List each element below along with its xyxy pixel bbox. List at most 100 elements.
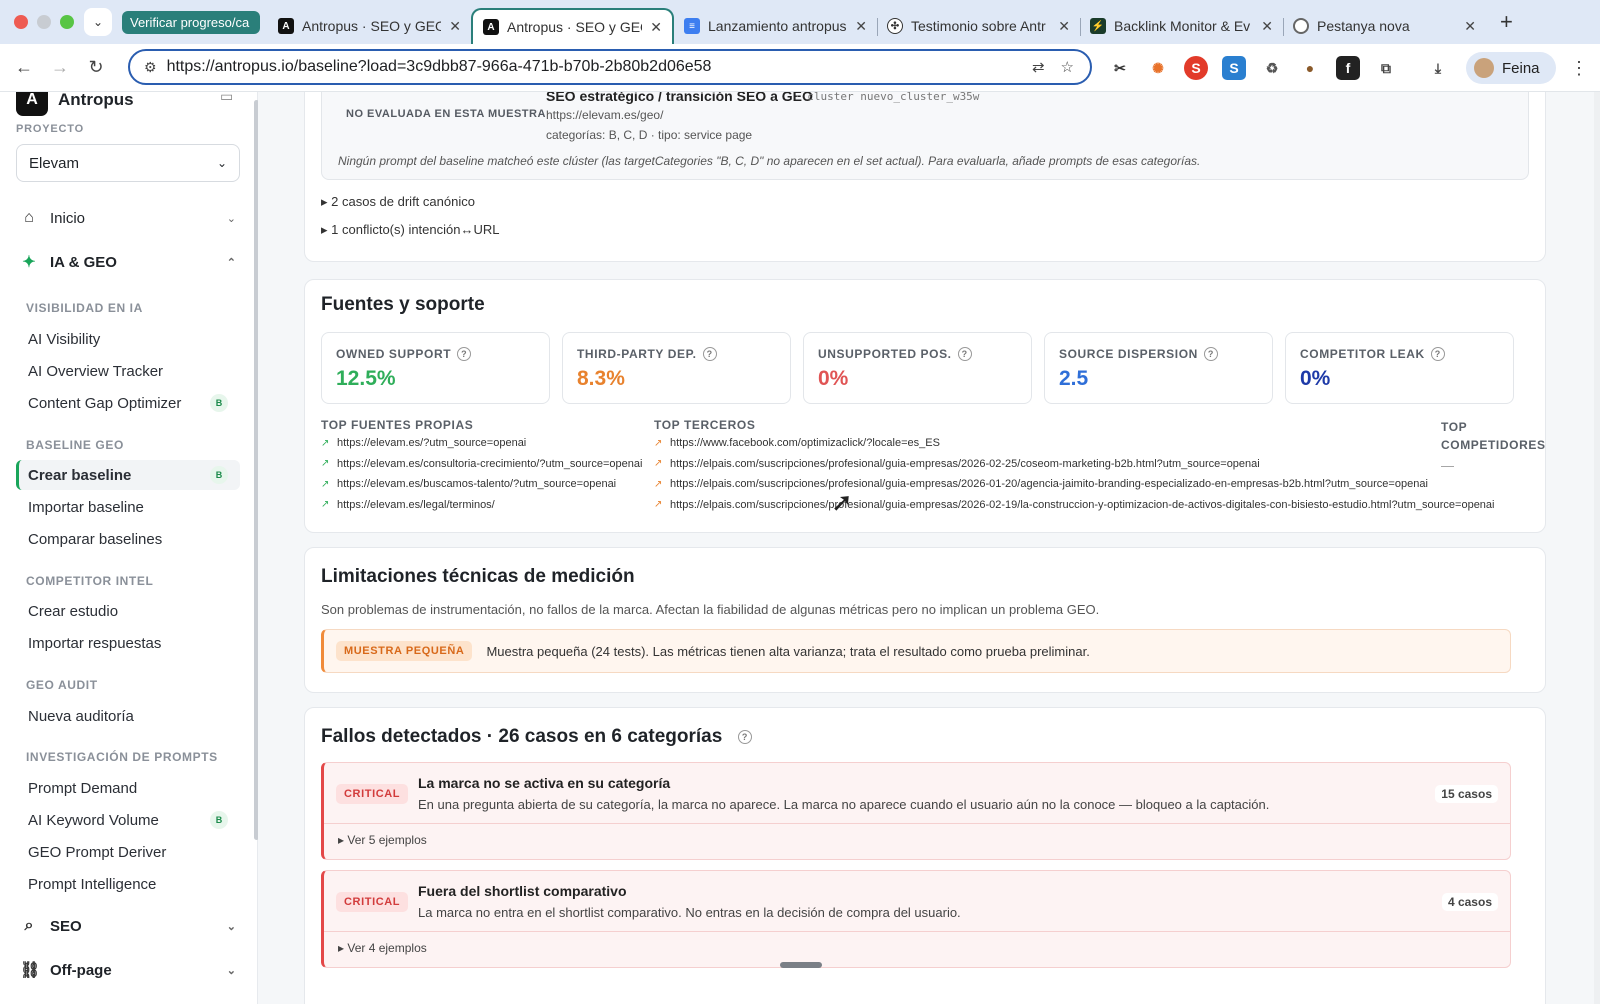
back-icon[interactable]: ←: [6, 57, 42, 78]
reload-icon[interactable]: ↻: [78, 57, 114, 78]
download-icon[interactable]: ⤓: [1426, 56, 1450, 80]
group-competitor: COMPETITOR INTEL: [26, 574, 154, 588]
sidebar-item-label: Importar baseline: [28, 498, 144, 516]
sidebar-item-nueva-auditoria[interactable]: Nueva auditoría: [16, 701, 240, 731]
extension-cookie-icon[interactable]: ●: [1298, 56, 1322, 80]
sidebar-item-importar-baseline[interactable]: Importar baseline: [16, 492, 240, 522]
sidebar-item-offpage[interactable]: ⛓ Off-page ⌄: [20, 960, 236, 980]
sidebar-collapse-icon[interactable]: ▭: [220, 92, 233, 105]
beta-badge: B: [210, 394, 228, 412]
address-bar[interactable]: ⚙ https://antropus.io/baseline?load=3c9d…: [128, 49, 1092, 85]
chevron-up-icon: ⌃: [226, 256, 236, 269]
browser-menu-icon[interactable]: ⋮: [1570, 58, 1588, 79]
sidebar-item-crear-estudio[interactable]: Crear estudio: [16, 596, 240, 626]
list-item[interactable]: ↗ https://elevam.es/?utm_source=openai: [321, 436, 642, 451]
extension-claude-icon[interactable]: ✺: [1146, 56, 1170, 80]
list-item[interactable]: ↗ https://elevam.es/buscamos-talento/?utm…: [321, 477, 642, 492]
help-icon[interactable]: ?: [1203, 347, 1218, 361]
page-scrollbar[interactable]: [1594, 92, 1600, 1004]
browser-toolbar: ← → ↻ ⚙ https://antropus.io/baseline?loa…: [0, 44, 1600, 92]
minimize-window-icon[interactable]: [37, 15, 51, 29]
sidebar-item-crear-baseline[interactable]: Crear baseline B: [16, 460, 240, 490]
close-tab-icon[interactable]: ✕: [1058, 18, 1070, 35]
examples-toggle[interactable]: ▸ Ver 4 ejemplos: [338, 941, 427, 955]
tab-pestanya[interactable]: Pestanya nova ✕: [1283, 9, 1486, 43]
sidebar-item-content-gap[interactable]: Content Gap Optimizer B: [16, 388, 240, 418]
list-item[interactable]: ↗ https://www.facebook.com/optimizaclick/…: [654, 436, 1494, 451]
drift-toggle[interactable]: ▸ 2 casos de drift canónico: [321, 194, 475, 210]
list-item[interactable]: ↗ https://elpais.com/suscripciones/profes…: [654, 457, 1494, 472]
sidebar-item-prompt-demand[interactable]: Prompt Demand: [16, 773, 240, 803]
help-icon[interactable]: ?: [1430, 347, 1445, 361]
window-controls: [14, 15, 74, 29]
help-icon[interactable]: ?: [702, 347, 717, 361]
tab-antropus-2[interactable]: A Antropus · SEO y GEO ✕: [471, 8, 674, 44]
cluster-url[interactable]: https://elevam.es/geo/: [546, 108, 663, 122]
conflict-toggle[interactable]: ▸ 1 conflicto(s) intención↔URL: [321, 222, 500, 238]
close-tab-icon[interactable]: ✕: [1464, 18, 1476, 35]
examples-toggle[interactable]: ▸ Ver 5 ejemplos: [338, 833, 427, 847]
metric-third-party: THIRD-PARTY DEP.? 8.3%: [562, 332, 791, 404]
translate-icon[interactable]: ⇄: [1032, 58, 1045, 76]
help-icon[interactable]: ?: [737, 729, 752, 744]
sidebar-item-inicio[interactable]: ⌂ Inicio ⌄: [20, 209, 236, 227]
extension-puzzle-tools-icon[interactable]: ✂: [1108, 56, 1132, 80]
tab-testimonio[interactable]: ✣ Testimonio sobre Antr ✕: [877, 9, 1081, 43]
tab-backlink[interactable]: ⚡ Backlink Monitor & Ev ✕: [1080, 9, 1284, 43]
horizontal-scroll-handle[interactable]: [780, 962, 822, 968]
tab-antropus-1[interactable]: A Antropus · SEO y GEO ✕: [268, 9, 471, 43]
limitaciones-card: Limitaciones técnicas de medición Son pr…: [304, 547, 1546, 693]
forward-icon[interactable]: →: [42, 57, 78, 78]
metric-value: 12.5%: [336, 367, 396, 390]
help-icon[interactable]: ?: [957, 347, 972, 361]
fail-count: 4 casos: [1441, 893, 1498, 911]
sidebar-item-seo[interactable]: ⌕ SEO ⌄: [20, 917, 236, 935]
sidebar-item-ai-overview[interactable]: AI Overview Tracker: [16, 356, 240, 386]
extension-semrush-icon[interactable]: S: [1184, 56, 1208, 80]
list-item[interactable]: ↗ https://elpais.com/suscripciones/profes…: [654, 477, 1494, 492]
brand[interactable]: A Antropus: [16, 92, 134, 116]
close-tab-icon[interactable]: ✕: [449, 18, 461, 35]
close-tab-icon[interactable]: ✕: [855, 18, 867, 35]
list-item[interactable]: ↗ https://elevam.es/consultoria-crecimien…: [321, 457, 642, 472]
sidebar-item-ai-visibility[interactable]: AI Visibility: [16, 324, 240, 354]
tab-lanzamiento[interactable]: ≡ Lanzamiento antropus ✕: [674, 9, 878, 43]
close-window-icon[interactable]: [14, 15, 28, 29]
fallos-title: Fallos detectados · 26 casos en 6 catego…: [321, 726, 723, 747]
list-item[interactable]: ↗ https://elevam.es/legal/terminos/: [321, 498, 642, 513]
tab-group-label[interactable]: Verificar progreso/ca: [122, 10, 260, 34]
new-tab-icon[interactable]: +: [1500, 9, 1513, 35]
mouse-cursor-icon: ➚: [831, 487, 853, 517]
close-tab-icon[interactable]: ✕: [1261, 18, 1273, 35]
sidebar-item-importar-respuestas[interactable]: Importar respuestas: [16, 628, 240, 658]
sidebar-item-ai-keyword-volume[interactable]: AI Keyword Volume B: [16, 805, 240, 835]
cluster-categories: categorías: B, C, D · tipo: service page: [546, 128, 753, 142]
bookmark-star-icon[interactable]: ☆: [1061, 58, 1074, 76]
propias-list: ↗ https://elevam.es/?utm_source=openai ↗ h…: [321, 436, 642, 512]
sidebar-item-comparar-baselines[interactable]: Comparar baselines: [16, 524, 240, 554]
home-icon: ⌂: [24, 209, 34, 226]
site-info-icon[interactable]: ⚙: [144, 59, 157, 76]
extensions-menu-icon[interactable]: ⧉: [1374, 56, 1398, 80]
chatgpt-icon: ✣: [887, 18, 903, 34]
fail-item: CRITICAL La marca no se activa en su cat…: [321, 762, 1511, 860]
fail-title: Fuera del shortlist comparativo: [418, 883, 627, 899]
profile-button[interactable]: Feina: [1466, 52, 1556, 84]
fail-title: La marca no se activa en su categoría: [418, 775, 671, 791]
tab-title: Backlink Monitor & Ev: [1114, 18, 1251, 34]
sidebar-item-ia-geo[interactable]: ✦ IA & GEO ⌃: [20, 252, 236, 272]
sidebar-item-label: Content Gap Optimizer: [28, 394, 182, 412]
extension-recycle-icon[interactable]: ♻: [1260, 56, 1284, 80]
extension-s-icon[interactable]: S: [1222, 56, 1246, 80]
maximize-window-icon[interactable]: [60, 15, 74, 29]
extension-fonts-icon[interactable]: f: [1336, 56, 1360, 80]
sidebar-item-prompt-intelligence[interactable]: Prompt Intelligence: [16, 869, 240, 899]
close-tab-icon[interactable]: ✕: [650, 19, 662, 36]
help-icon[interactable]: ?: [457, 347, 472, 361]
list-item[interactable]: ↗ https://elpais.com/suscripciones/profes…: [654, 498, 1494, 513]
sidebar-item-geo-prompt-deriver[interactable]: GEO Prompt Deriver: [16, 837, 240, 867]
address-url[interactable]: https://antropus.io/baseline?load=3c9dbb…: [167, 58, 1032, 76]
limitaciones-desc: Son problemas de instrumentación, no fal…: [321, 602, 1100, 617]
tab-search-icon[interactable]: ⌄: [84, 8, 112, 36]
project-select[interactable]: Elevam ⌄: [16, 144, 240, 182]
